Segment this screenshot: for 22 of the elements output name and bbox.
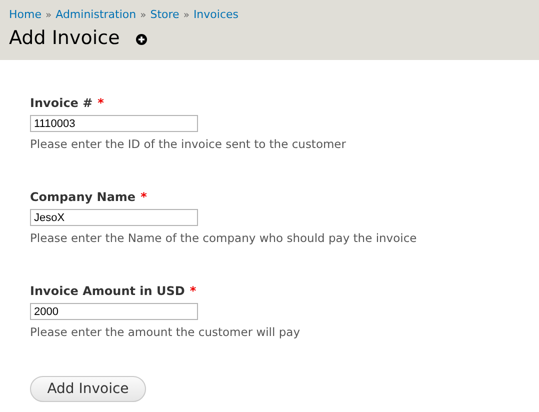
field-label: Company Name <box>30 190 136 204</box>
field-description: Please enter the Name of the company who should pay the invoice <box>30 231 418 245</box>
breadcrumb-link[interactable]: Administration <box>56 8 136 21</box>
field-description: Please enter the ID of the invoice sent to the customer <box>30 137 347 151</box>
breadcrumb-separator: » <box>140 10 146 21</box>
add-invoice-button[interactable]: Add Invoice <box>30 376 146 402</box>
field-label: Invoice Amount in USD <box>30 284 185 298</box>
breadcrumb-link[interactable]: Home <box>9 8 42 21</box>
add-icon[interactable] <box>136 34 147 45</box>
required-marker: * <box>98 96 104 110</box>
required-marker: * <box>140 190 147 204</box>
input-field[interactable]: 1110003 <box>30 115 198 132</box>
breadcrumb-separator: » <box>45 10 52 21</box>
page-title: Add Invoice <box>9 27 120 49</box>
field-description: Please enter the amount the customer will pay <box>30 325 301 339</box>
required-marker: * <box>190 284 196 298</box>
input-field[interactable]: JesoX <box>30 209 198 226</box>
input-field[interactable]: 2000 <box>30 303 198 320</box>
breadcrumb-link[interactable]: Invoices <box>193 8 238 21</box>
field-label: Invoice # <box>30 96 93 110</box>
breadcrumb-separator: » <box>183 10 190 21</box>
breadcrumb-link[interactable]: Store <box>150 8 180 21</box>
